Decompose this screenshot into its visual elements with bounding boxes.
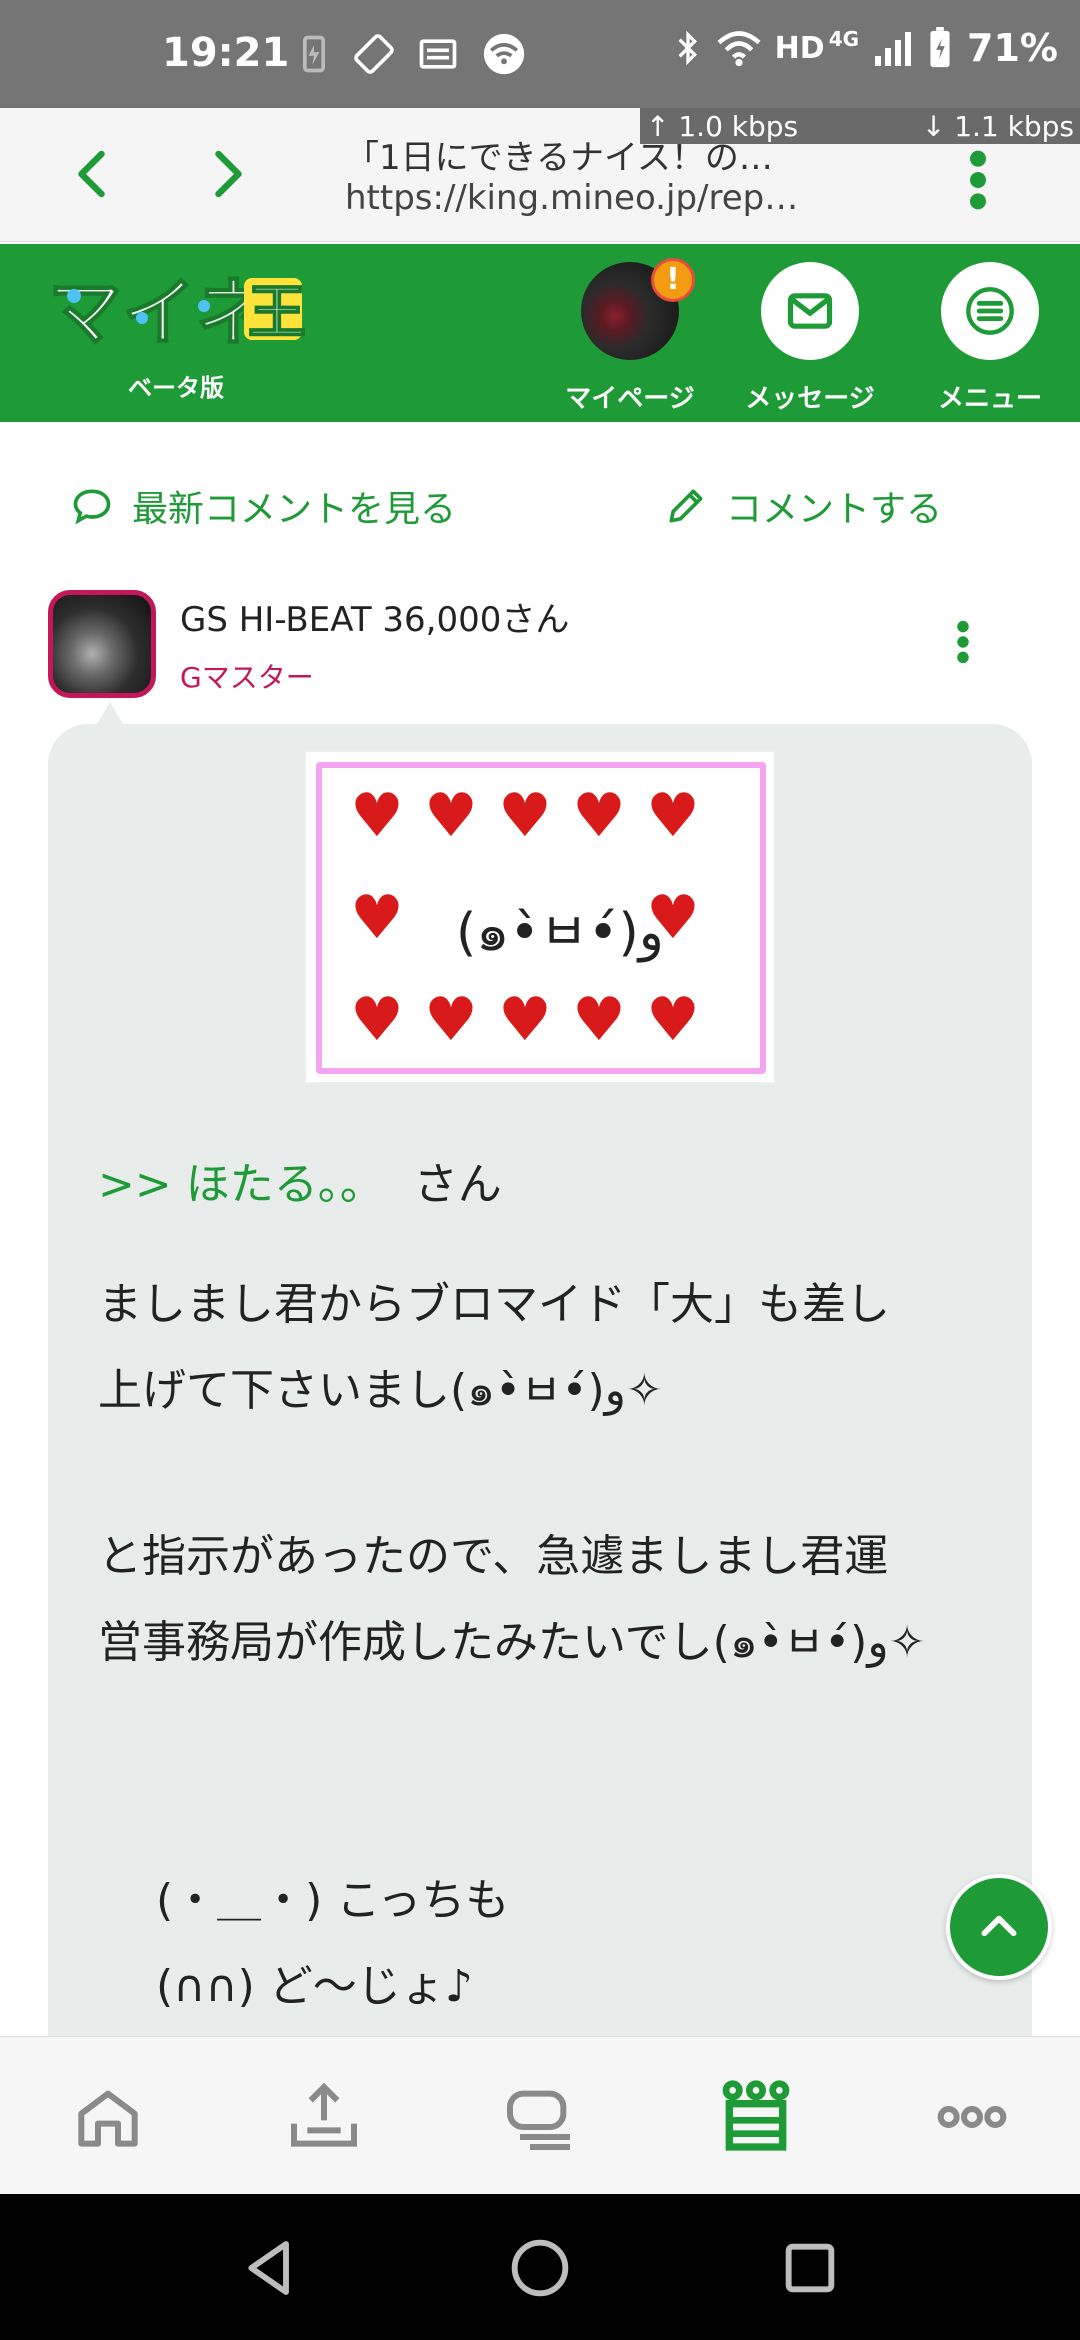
scroll-top-button[interactable] — [946, 1874, 1052, 1980]
recents-square-icon[interactable] — [778, 2236, 842, 2300]
post-menu-icon[interactable] — [952, 620, 974, 664]
more-icon[interactable] — [932, 2077, 1012, 2157]
heart-icon: ♥ — [646, 883, 700, 953]
heart-icon: ♥ — [498, 985, 552, 1055]
home-circle-icon[interactable] — [508, 2236, 572, 2300]
back-triangle-icon[interactable] — [238, 2236, 302, 2300]
stamp-image[interactable]: ♥ ♥ ♥ ♥ ♥ ♥ (๑•̀ㅂ•́)و ♥ ♥ ♥ ♥ ♥ ♥ — [304, 750, 776, 1084]
write-comment-link[interactable]: コメントする — [664, 480, 942, 532]
heart-icon: ♥ — [646, 781, 700, 851]
upload-speed: ↑ 1.0 kbps — [646, 109, 799, 143]
message-button[interactable]: メッセージ — [730, 262, 890, 415]
bubble-tail — [96, 702, 124, 726]
url-text[interactable]: https://king.mineo.jp/rep… — [345, 178, 798, 218]
hamburger-icon — [966, 287, 1014, 335]
user-avatar[interactable] — [48, 590, 156, 698]
wifi-icon — [717, 31, 761, 67]
mypage-button[interactable]: ! マイページ — [550, 258, 710, 415]
network-type: 4G — [828, 27, 860, 51]
latest-comments-label: 最新コメントを見る — [132, 489, 457, 530]
stamp-kaomoji: (๑•̀ㅂ•́)و — [456, 903, 664, 963]
pencil-icon — [669, 489, 703, 523]
mypage-label: マイページ — [565, 384, 695, 414]
reply-suffix: さん — [413, 1159, 502, 1210]
network-label: HD — [774, 30, 825, 66]
alert-badge: ! — [651, 258, 695, 302]
reply-target[interactable]: >> ほたる。。 さん — [98, 1148, 502, 1212]
news-icon — [419, 39, 457, 69]
speech-bubble-icon — [73, 489, 111, 525]
home-icon[interactable] — [68, 2077, 148, 2157]
battery-icon — [930, 27, 950, 68]
bottom-tab-bar — [0, 2036, 1080, 2194]
heart-icon: ♥ — [498, 781, 552, 851]
crown-icon[interactable] — [716, 2077, 796, 2157]
board-icon[interactable] — [500, 2077, 580, 2157]
user-name[interactable]: GS HI-BEAT 36,000さん — [180, 592, 569, 641]
menu-label: メニュー — [937, 384, 1042, 414]
signal-icon — [875, 32, 912, 66]
status-bar: 19:21 HD 4G 71% — [0, 0, 1080, 108]
svg-text:王: 王 — [248, 278, 306, 346]
comment-line-3: (・＿・) こっちも — [156, 1875, 510, 1926]
upload-icon[interactable] — [284, 2077, 364, 2157]
heart-icon: ♥ — [572, 985, 626, 1055]
avatar: ! — [581, 258, 695, 360]
paragraph-1-line-1: ましまし君からブロマイド「大」も差し — [98, 1279, 890, 1330]
heart-icon: ♥ — [646, 985, 700, 1055]
comment-actions: 最新コメントを見る コメントする — [0, 422, 1080, 572]
wifi-circle-icon — [483, 33, 525, 75]
paragraph-1-line-2: 上げて下さいまし(๑•̀ㅂ•́)و✧ — [98, 1365, 663, 1416]
paragraph-2-line-1: と指示があったので、急遽ましまし君運 — [98, 1531, 889, 1582]
system-nav-bar — [0, 2194, 1080, 2340]
download-speed: ↓ 1.1 kbps — [921, 109, 1074, 143]
comment-line-4: (∩∩) ど〜じょ♪ — [156, 1961, 473, 2012]
stamp-frame: ♥ ♥ ♥ ♥ ♥ ♥ (๑•̀ㅂ•́)و ♥ ♥ ♥ ♥ ♥ ♥ — [316, 762, 766, 1074]
network-speed: ↑ 1.0 kbps ↓ 1.1 kbps — [640, 108, 1080, 144]
site-header: マイネ 王 ベータ版 ! マイページ メッセージ メニュー — [0, 244, 1080, 422]
chevron-left-icon[interactable] — [64, 144, 124, 204]
write-comment-label: コメントする — [726, 489, 943, 530]
latest-comments-link[interactable]: 最新コメントを見る — [70, 480, 456, 532]
chevron-up-icon — [981, 1915, 1017, 1937]
menu-button[interactable]: メニュー — [910, 262, 1070, 415]
beta-label: ベータ版 — [128, 374, 224, 402]
kebab-icon[interactable] — [960, 148, 996, 212]
heart-icon: ♥ — [350, 883, 404, 953]
heart-icon: ♥ — [572, 781, 626, 851]
heart-icon: ♥ — [350, 985, 404, 1055]
heart-icon: ♥ — [350, 781, 404, 851]
user-rank: Gマスター — [180, 661, 314, 694]
site-logo[interactable]: マイネ 王 — [44, 266, 306, 366]
reply-link[interactable]: >> ほたる。。 — [98, 1159, 384, 1210]
paragraph-2-line-2: 営事務局が作成したみたいでし(๑•̀ㅂ•́)و✧ — [98, 1617, 926, 1668]
rotate-icon — [354, 34, 394, 74]
message-label: メッセージ — [745, 384, 875, 414]
svg-text:マイネ: マイネ — [48, 270, 270, 356]
battery-saver-icon — [303, 35, 325, 73]
battery-percent: 71% — [967, 26, 1058, 70]
heart-icon: ♥ — [424, 781, 478, 851]
status-right-group: HD 4G 71% — [673, 26, 1058, 70]
status-time: 19:21 — [162, 30, 290, 76]
heart-icon: ♥ — [424, 985, 478, 1055]
mail-icon — [787, 293, 833, 329]
chevron-right-icon[interactable] — [196, 144, 256, 204]
bluetooth-icon — [678, 30, 697, 66]
